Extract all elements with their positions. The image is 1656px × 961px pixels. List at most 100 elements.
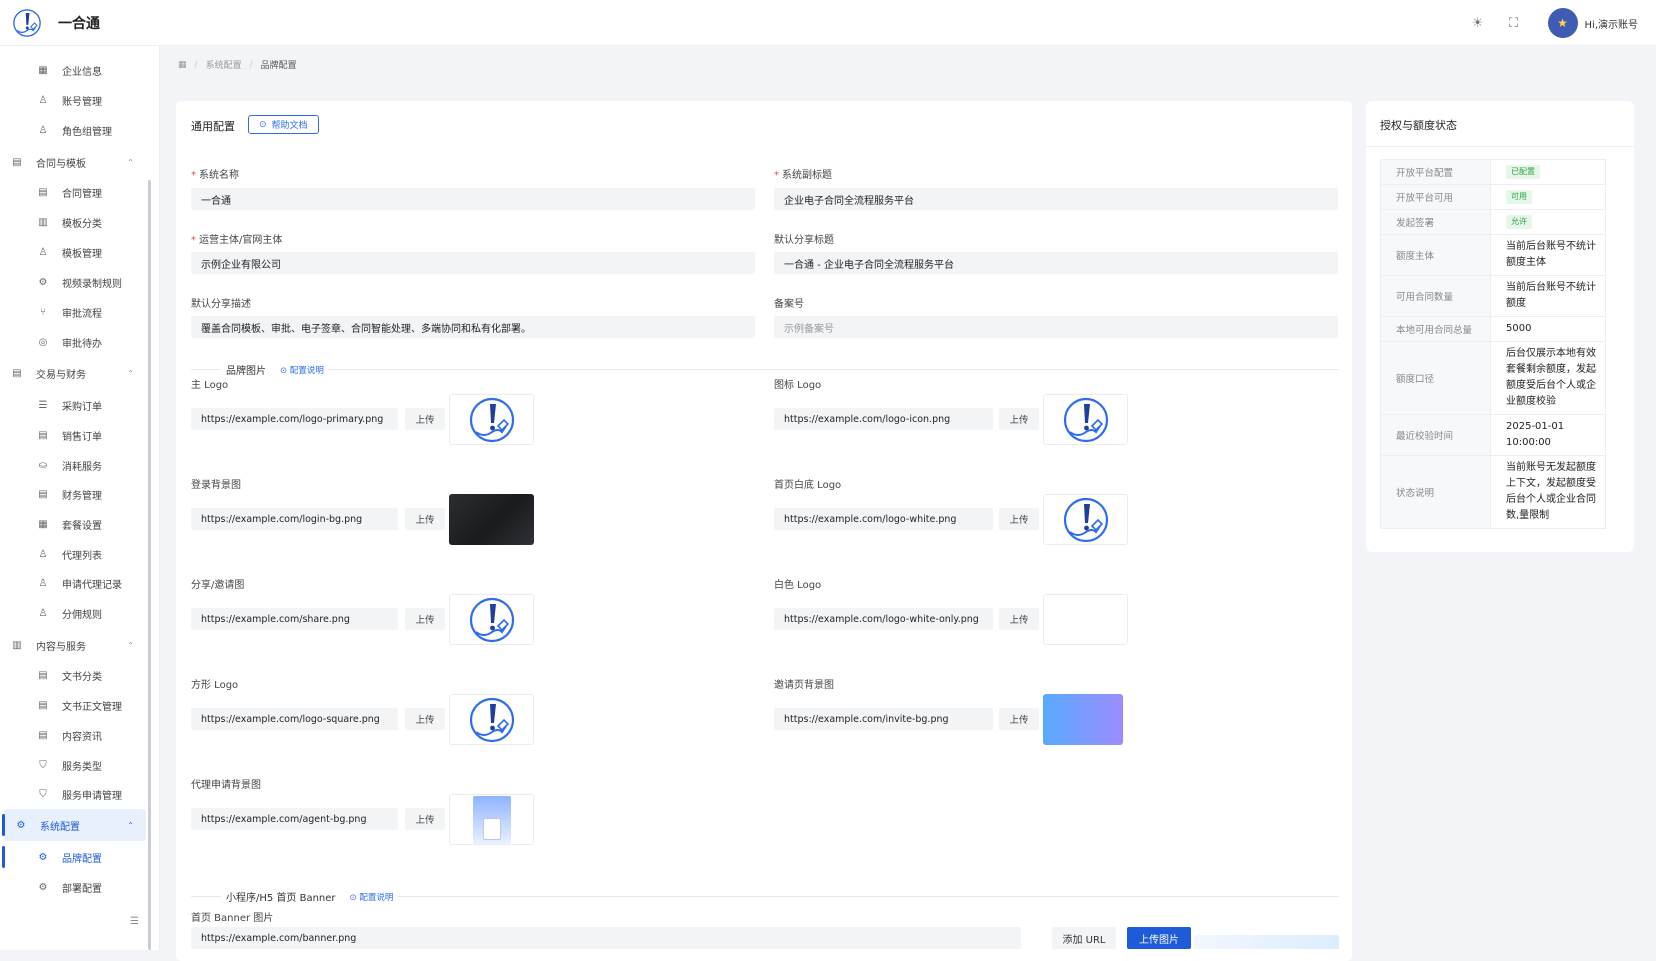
agent-bg-art — [472, 795, 511, 844]
sidebar-item[interactable]: ⚙ 品牌配置 — [0, 841, 146, 873]
white-logo-url-input[interactable]: https://example.com/logo-white-only.png — [774, 608, 993, 630]
sidebar-item[interactable]: ⑂ 审批流程 — [0, 296, 146, 328]
share-desc-input[interactable]: 覆盖合同模板、审批、电子签章、合同智能处理、多端协同和私有化部署。 — [191, 316, 755, 338]
sidebar-item[interactable]: ♙ 分佣规则 — [0, 597, 146, 629]
collapse-menu-icon[interactable]: ☰ — [130, 916, 139, 927]
upload-button[interactable]: 上传 — [999, 608, 1039, 630]
login-bg-url-input[interactable]: https://example.com/login-bg.png — [191, 508, 398, 530]
sidebar-item[interactable]: ♙ 申请代理记录 — [0, 567, 146, 599]
sidebar-item[interactable]: ⛉ 服务申请管理 — [0, 778, 146, 810]
sidebar-item[interactable]: ▦ 企业信息 — [0, 54, 146, 86]
chevron-up-icon[interactable]: ⌃ — [127, 369, 134, 378]
auth-value: 当前后台账号不统计额度主体 — [1490, 234, 1606, 276]
upload-button[interactable]: 上传 — [405, 408, 445, 430]
banner-label: 首页 Banner 图片 — [191, 913, 274, 924]
icon-logo-preview[interactable] — [1043, 394, 1128, 445]
operator-input[interactable]: 示例企业有限公司 — [191, 252, 755, 274]
home-icon[interactable]: ▦ — [178, 60, 187, 70]
sidebar-item[interactable]: ▦ 套餐设置 — [0, 508, 146, 540]
fullscreen-icon[interactable]: ⛶ — [1496, 5, 1532, 41]
upload-image-button[interactable]: 上传图片 — [1127, 927, 1191, 949]
square-logo-preview[interactable] — [449, 694, 534, 745]
sidebar-item-icon: ▤ — [12, 156, 22, 168]
sidebar-item[interactable]: ▤ 文书分类 — [0, 659, 146, 691]
sidebar-item-label: 采购订单 — [62, 401, 102, 413]
breadcrumb-item[interactable]: 系统配置 — [206, 58, 242, 71]
upload-button[interactable]: 上传 — [999, 708, 1039, 730]
config-help-link[interactable]: ⊙ 配置说明 — [280, 364, 324, 376]
sidebar-item[interactable]: ♙ 代理列表 — [0, 538, 146, 570]
main-logo-url-input[interactable]: https://example.com/logo-primary.png — [191, 408, 398, 430]
sidebar-item[interactable]: ▤ 合同管理 — [0, 176, 146, 208]
breadcrumb: ▦ / 系统配置 / 品牌配置 — [178, 58, 297, 72]
agent-bg-preview[interactable] — [449, 794, 534, 845]
upload-button[interactable]: 上传 — [405, 808, 445, 830]
section-title: 小程序/H5 首页 Banner — [226, 893, 336, 904]
upload-button[interactable]: 上传 — [999, 408, 1039, 430]
sidebar-item-icon: ⛀ — [38, 459, 48, 471]
brand[interactable]: 一合通 — [12, 8, 100, 38]
icon-logo-label: 图标 Logo — [774, 380, 822, 391]
help-doc-button[interactable]: ⊙ 帮助文档 — [248, 115, 319, 134]
add-url-button[interactable]: 添加 URL — [1052, 927, 1116, 949]
sidebar-item[interactable]: ◎ 审批待办 — [0, 326, 146, 358]
sidebar-item[interactable]: ▤ 财务管理 — [0, 478, 146, 510]
invite-bg-preview[interactable] — [1043, 694, 1123, 745]
square-logo-url-input[interactable]: https://example.com/logo-square.png — [191, 708, 398, 730]
upload-button[interactable]: 上传 — [405, 708, 445, 730]
icp-label: 备案号 — [774, 299, 804, 310]
status-badge: 可用 — [1506, 190, 1532, 204]
auth-row: 可用合同数量 当前后台账号不统计额度 — [1380, 275, 1606, 317]
invite-bg-url-input[interactable]: https://example.com/invite-bg.png — [774, 708, 993, 730]
sidebar-item[interactable]: ♙ 角色组管理 — [0, 114, 146, 146]
agent-bg-url-input[interactable]: https://example.com/agent-bg.png — [191, 808, 398, 830]
home-white-logo-url-input[interactable]: https://example.com/logo-white.png — [774, 508, 993, 530]
icp-input[interactable]: 示例备案号 — [774, 316, 1338, 338]
sidebar-scrollbar[interactable] — [148, 180, 151, 950]
chevron-up-icon[interactable]: ⌃ — [127, 158, 134, 167]
sidebar-group[interactable]: ▥ 内容与服务 ⌃ — [0, 629, 146, 661]
main-logo-label: 主 Logo — [191, 380, 229, 391]
sidebar-item[interactable]: ⛉ 服务类型 — [0, 749, 146, 781]
upload-button[interactable]: 上传 — [999, 508, 1039, 530]
upload-button[interactable]: 上传 — [405, 608, 445, 630]
sidebar-item[interactable]: ♙ 账号管理 — [0, 84, 146, 116]
system-subtitle-input[interactable]: 企业电子合同全流程服务平台 — [774, 188, 1338, 210]
sidebar-group[interactable]: ▤ 交易与财务 ⌃ — [0, 357, 146, 389]
chevron-up-icon[interactable]: ⌃ — [127, 641, 134, 650]
icon-logo-url-input[interactable]: https://example.com/logo-icon.png — [774, 408, 993, 430]
upload-button[interactable]: 上传 — [405, 508, 445, 530]
share-img-url-input[interactable]: https://example.com/share.png — [191, 608, 398, 630]
config-help-link[interactable]: ⊙ 配置说明 — [350, 891, 394, 903]
sidebar-group[interactable]: ▤ 合同与模板 ⌃ — [0, 146, 146, 178]
brightness-icon[interactable]: ☀ — [1460, 5, 1496, 41]
sidebar-item[interactable]: ♙ 模板管理 — [0, 236, 146, 268]
login-bg-label: 登录背景图 — [191, 480, 241, 491]
chevron-up-icon[interactable]: ⌃ — [127, 821, 134, 830]
system-name-input[interactable]: 一合通 — [191, 188, 755, 210]
sidebar-item[interactable]: ⚙ 视频录制规则 — [0, 266, 146, 298]
auth-row: 最近校验时间 2025-01-01 10:00:00 — [1380, 414, 1606, 456]
system-subtitle-label: * 系统副标题 — [774, 170, 832, 181]
sidebar-item[interactable]: ▥ 模板分类 — [0, 206, 146, 238]
sidebar-item[interactable]: ▤ 内容资讯 — [0, 719, 146, 751]
sidebar-item[interactable]: ▤ 文书正文管理 — [0, 689, 146, 721]
sidebar-item-icon: ⛉ — [39, 759, 47, 771]
avatar[interactable]: ★ — [1547, 8, 1578, 38]
sidebar-item[interactable]: ▤ 销售订单 — [0, 419, 146, 451]
user-greeting[interactable]: Hi,演示账号 — [1585, 16, 1638, 31]
main-logo-preview[interactable] — [449, 394, 534, 445]
auth-row: 发起签署 允许 — [1380, 209, 1606, 235]
sidebar-item[interactable]: ⛀ 消耗服务 — [0, 449, 146, 481]
sidebar-item[interactable]: ⚙ 部署配置 — [0, 871, 146, 903]
sidebar-item-label: 模板分类 — [62, 218, 102, 230]
home-white-logo-preview[interactable] — [1043, 494, 1128, 545]
share-title-input[interactable]: 一合通 - 企业电子合同全流程服务平台 — [774, 252, 1338, 274]
white-logo-preview[interactable] — [1043, 594, 1128, 645]
login-bg-preview[interactable] — [449, 494, 534, 545]
banner-url-input[interactable]: https://example.com/banner.png — [191, 927, 1021, 949]
share-img-preview[interactable] — [449, 594, 534, 645]
sidebar-item[interactable]: ☰ 采购订单 — [0, 389, 146, 421]
auth-row: 本地可用合同总量 5000 — [1380, 316, 1606, 342]
sidebar-group[interactable]: ⚙ 系统配置 ⌃ — [4, 809, 146, 841]
